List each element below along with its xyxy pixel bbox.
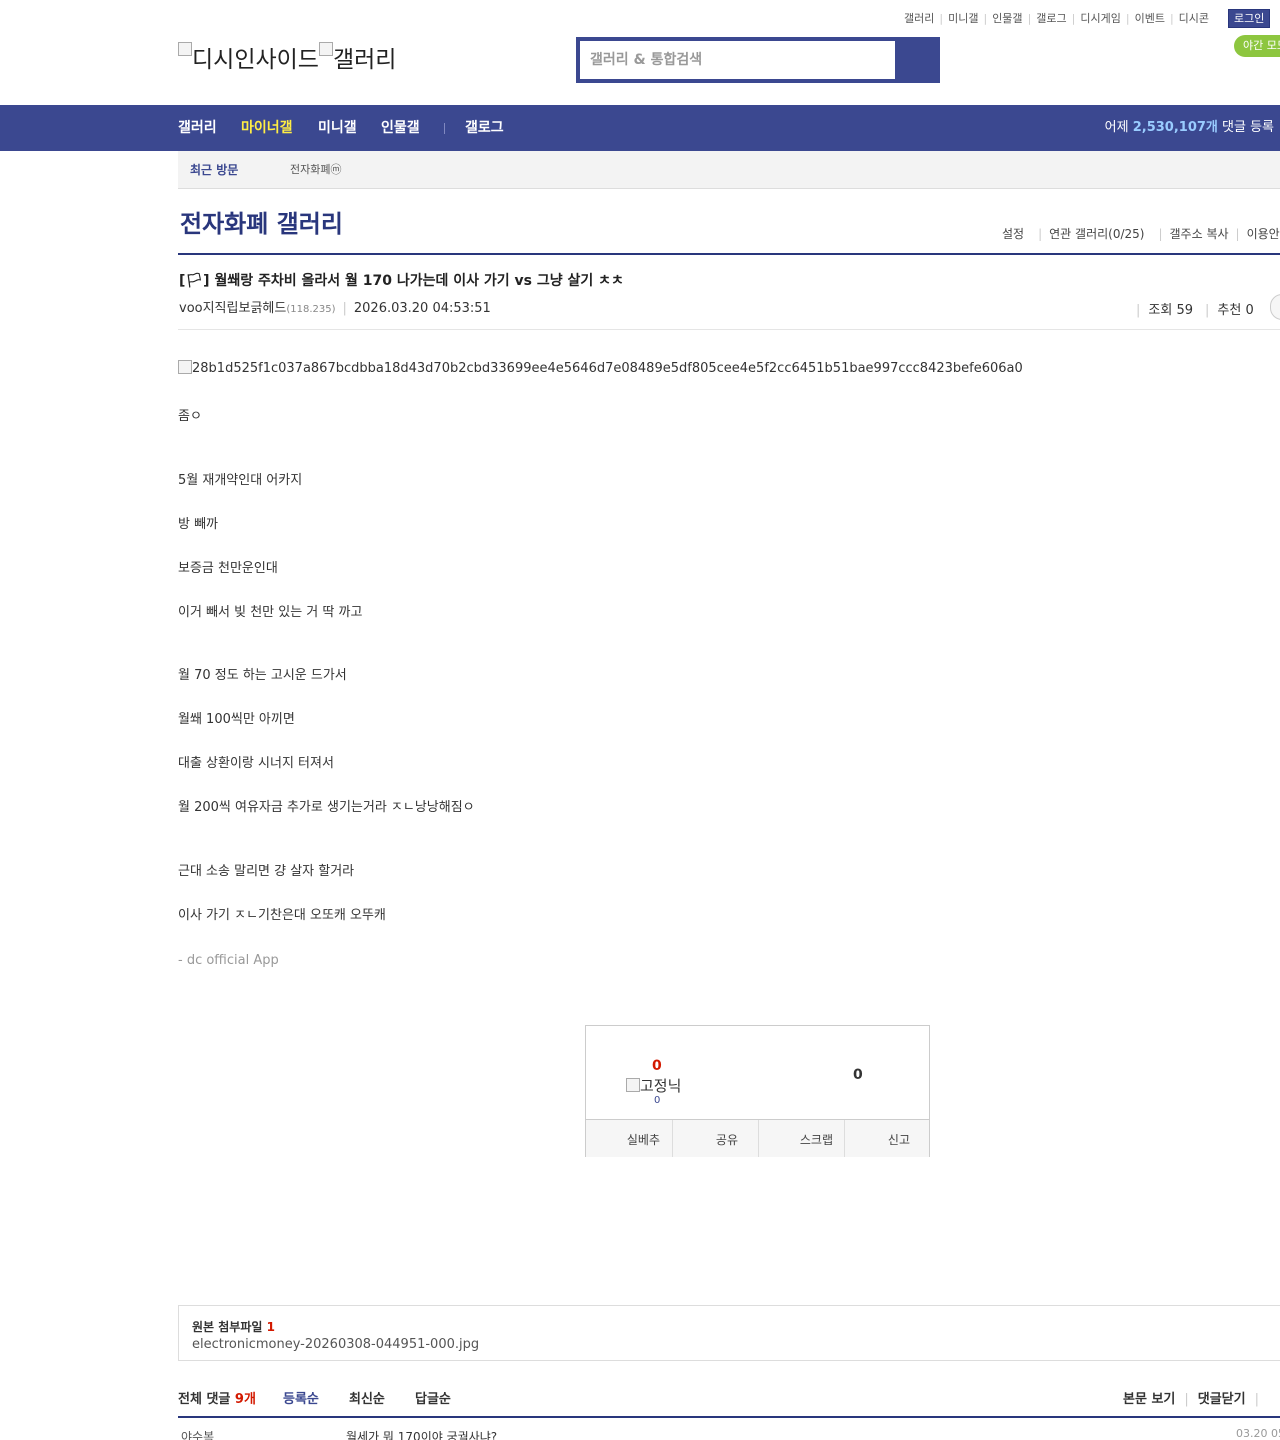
toplink-game[interactable]: 디시게임: [1080, 12, 1120, 25]
sort-latest[interactable]: 최신순: [349, 1388, 385, 1407]
comment-nick[interactable]: 야수복: [181, 1428, 214, 1440]
nav-mini-gallery[interactable]: 미니갤: [318, 105, 357, 151]
recent-gallery-link[interactable]: 전자화폐ⓜ: [290, 151, 341, 189]
post-date: 2026.03.20 04:53:51: [353, 301, 491, 316]
toplink-minor[interactable]: 미니갤: [948, 12, 978, 25]
attachment-box: 원본 첨부파일 1 electronicmoney-20260308-04495…: [178, 1305, 1280, 1361]
search-box: [576, 37, 940, 83]
post-title: [🏳] 월쐐랑 주차비 올라서 월 170 나가는데 이사 가기 vs 그냥 살…: [179, 273, 624, 289]
share-button[interactable]: 공유: [672, 1120, 758, 1157]
post-options-button[interactable]: [1270, 294, 1280, 320]
body-line: 보증금 천만운인대: [178, 561, 278, 576]
comment-header: 전체 댓글 9개 등록순 최신순 답글순 본문 보기 | 댓글닫기 |: [178, 1386, 1280, 1418]
site-logo[interactable]: 디시인사이드 갤러리: [178, 40, 396, 74]
nav-minor-gallery[interactable]: 마이너갤: [241, 105, 293, 151]
body-line: 근대 소송 말리면 걍 살자 할거라: [178, 864, 355, 879]
minor-badge-icon: ⓜ: [330, 163, 342, 176]
post-author[interactable]: voo지직립보긁헤드: [179, 301, 286, 316]
gallery-settings-link[interactable]: 설정: [1002, 227, 1024, 241]
sort-registered[interactable]: 등록순: [283, 1388, 319, 1407]
broken-image-icon: [178, 360, 192, 374]
best-recommend-button[interactable]: 실베추: [586, 1120, 672, 1157]
body-line: 방 빼까: [178, 517, 219, 532]
gallery-title[interactable]: 전자화폐 갤러리: [180, 204, 343, 239]
toplink-event[interactable]: 이벤트: [1135, 12, 1165, 25]
post-header-divider: [178, 329, 1280, 330]
post-image-alt: 28b1d525f1c037a867bcdbba18d43d70b2cbd336…: [192, 361, 1023, 376]
comment-total: 전체 댓글 9개: [178, 1392, 256, 1407]
main-nav: 갤러리 마이너갤 미니갤 인물갤 갤로그 어제 2,530,107개 댓글 등록: [0, 105, 1280, 151]
recent-visits-bar: 최근 방문 전자화폐ⓜ: [178, 151, 1280, 189]
gallery-menu: 설정|연관 갤러리(0/25)|갤주소 복사|이용안내: [1002, 225, 1280, 242]
broken-image-icon: [626, 1078, 640, 1092]
body-line: 대출 상환이랑 시너지 터져서: [178, 756, 334, 771]
sort-replies[interactable]: 답글순: [415, 1388, 451, 1407]
toplink-dccon[interactable]: 디시콘: [1179, 12, 1209, 25]
toplink-gallog[interactable]: 갤로그: [1036, 12, 1066, 25]
comment-text: 월세가 뭐 170이야 궁궐사냐?: [346, 1430, 498, 1440]
body-line: 월 70 정도 하는 고시운 드가서: [178, 668, 347, 683]
search-input[interactable]: [580, 41, 895, 79]
close-comments-button[interactable]: 댓글닫기: [1198, 1392, 1246, 1407]
report-button[interactable]: 신고: [844, 1120, 929, 1157]
recommend-button-row: 실베추 공유 스크랩 신고: [586, 1119, 929, 1157]
scrap-button[interactable]: 스크랩: [758, 1120, 844, 1157]
post-image[interactable]: 28b1d525f1c037a867bcdbba18d43d70b2cbd336…: [178, 360, 1023, 376]
guide-link[interactable]: 이용안내: [1247, 227, 1280, 241]
post-recommend: 추천 0: [1217, 303, 1254, 318]
search-button[interactable]: [895, 41, 936, 79]
post-views: 조회 59: [1148, 303, 1193, 318]
fixed-nick-count: 0: [654, 1095, 661, 1106]
toplink-gallery[interactable]: 갤러리: [904, 12, 934, 25]
body-line: 이거 빼서 빚 천만 있는 거 딱 까고: [178, 605, 363, 620]
top-links: 갤러리 | 미니갤 | 인물갤 | 갤로그 | 디시게임 | 이벤트 | 디시콘: [904, 12, 1210, 25]
related-gallery-link[interactable]: 연관 갤러리(0/25): [1049, 227, 1144, 241]
comment-header-actions: 본문 보기 | 댓글닫기 |: [1123, 1392, 1259, 1407]
recent-visits-label[interactable]: 최근 방문: [190, 151, 238, 189]
gallery-title-divider: [178, 253, 1280, 255]
post-meta: voo지직립보긁헤드(118.235) | 2026.03.20 04:53:51: [179, 301, 491, 316]
post-author-ip: (118.235): [286, 304, 336, 315]
logo-gallery-alt: 갤러리: [332, 47, 397, 73]
toplink-person[interactable]: 인물갤: [992, 12, 1022, 25]
body-line: 이사 가기 ㅈㄴ기찬은대 오또캐 오뚜캐: [178, 908, 386, 923]
attachment-file-link[interactable]: electronicmoney-20260308-044951-000.jpg: [192, 1337, 479, 1352]
nav-gallog[interactable]: 갤로그: [465, 105, 504, 151]
copy-address-link[interactable]: 갤주소 복사: [1170, 227, 1229, 241]
night-mode-button[interactable]: 야간 모드: [1234, 35, 1280, 57]
upvote-count: 0: [652, 1058, 662, 1074]
recommend-box: 0 고정닉 0 0 실베추 공유 스크랩 신고: [585, 1025, 930, 1157]
nav-gallery[interactable]: 갤러리: [178, 105, 217, 151]
nav-person-gallery[interactable]: 인물갤: [381, 105, 420, 151]
downvote-count[interactable]: 0: [853, 1067, 863, 1083]
body-line: 5월 재개약인대 어카지: [178, 473, 303, 488]
body-line: 월쐐 100씩만 아끼면: [178, 712, 295, 727]
nav-divider: [444, 123, 445, 134]
comment-date: 03.20 05:0: [1236, 1427, 1280, 1440]
comment-row: 야수복 월세가 뭐 170이야 궁궐사냐? 03.20 05:0: [178, 1420, 1280, 1440]
broken-image-icon: [318, 42, 333, 56]
logo-site-alt: 디시인사이드: [192, 47, 319, 73]
login-button[interactable]: 로그인: [1228, 9, 1271, 28]
yesterday-comment-count: 어제 2,530,107개 댓글 등록: [1104, 120, 1274, 135]
post-stats: | 조회 59 | 추천 0: [1136, 294, 1280, 320]
fixed-nick-upvote[interactable]: 고정닉: [626, 1075, 681, 1096]
broken-image-icon: [178, 42, 192, 56]
app-signature: - dc official App: [178, 953, 279, 968]
body-line: 좀ㅇ: [178, 409, 202, 424]
view-body-button[interactable]: 본문 보기: [1123, 1392, 1175, 1407]
body-line: 월 200씩 여유자금 추가로 생기는거라 ㅈㄴ낭낭해짐ㅇ: [178, 800, 475, 815]
attachment-header: 원본 첨부파일 1: [192, 1320, 275, 1334]
